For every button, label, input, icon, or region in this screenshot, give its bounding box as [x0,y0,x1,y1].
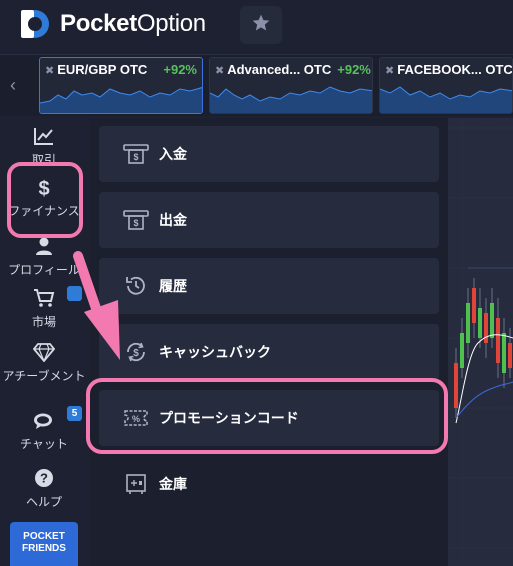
brand-logo[interactable]: PocketOption [18,8,206,40]
top-header: PocketOption [0,0,513,50]
highlight-promo-code [86,378,448,454]
chat-badge: 5 [67,406,82,421]
asset-sparkline [210,86,372,113]
brand-name-bold: Pocket [60,10,137,37]
menu-item-safe[interactable]: 金庫 [99,456,439,512]
sidebar-item-label: 市場 [31,315,56,329]
svg-text:$: $ [133,348,139,359]
sidebar-item-label: チャット [20,437,68,451]
candlestick-chart [448,118,513,566]
highlight-finance [7,162,83,238]
sidebar-item-help[interactable]: ? ヘルプ [0,468,88,510]
sidebar-item-label: ヘルプ [25,495,62,509]
svg-text:$: $ [133,218,138,228]
menu-item-deposit[interactable]: $ 入金 [99,126,439,182]
pocket-friends-line2: FRIENDS [22,543,66,554]
menu-item-label: キャッシュバック [159,344,271,360]
pocket-friends-line1: POCKET [23,531,65,542]
safe-icon [121,472,151,496]
pocket-friends-button[interactable]: POCKET FRIENDS [10,522,78,566]
menu-item-withdraw[interactable]: $ 出金 [99,192,439,248]
asset-sparkline [380,86,512,113]
menu-item-cashback[interactable]: $ キャッシュバック [99,324,439,380]
menu-item-label: 履歴 [159,278,187,294]
star-icon [251,13,271,38]
asset-tile[interactable]: ✖ Advanced... OTC +92% [209,57,373,114]
price-chart[interactable] [448,118,513,566]
svg-text:?: ? [40,471,48,486]
pointer-arrow-icon [70,250,130,375]
menu-item-label: 出金 [159,212,187,228]
svg-text:$: $ [133,152,138,162]
brand-name: PocketOption [60,10,206,38]
menu-item-history[interactable]: 履歴 [99,258,439,314]
deposit-icon: $ [121,143,151,165]
asset-sparkline [40,87,202,113]
help-icon: ? [0,468,88,491]
asset-strip: ‹ ✖ EUR/GBP OTC +92% ✖ Advanced... OTC +92… [0,54,513,116]
menu-item-label: 入金 [159,146,187,162]
brand-name-light: Option [136,10,206,37]
chart-icon [0,126,88,149]
favorites-button[interactable] [240,6,282,44]
menu-item-label: 金庫 [159,476,187,492]
chevron-left-icon[interactable]: ‹ [10,75,16,96]
withdraw-icon: $ [121,209,151,231]
asset-tile[interactable]: ✖FACEBOOK... OTC + [379,57,513,114]
asset-tile[interactable]: ✖ EUR/GBP OTC +92% [39,57,203,114]
brand-logo-mark [18,8,56,40]
